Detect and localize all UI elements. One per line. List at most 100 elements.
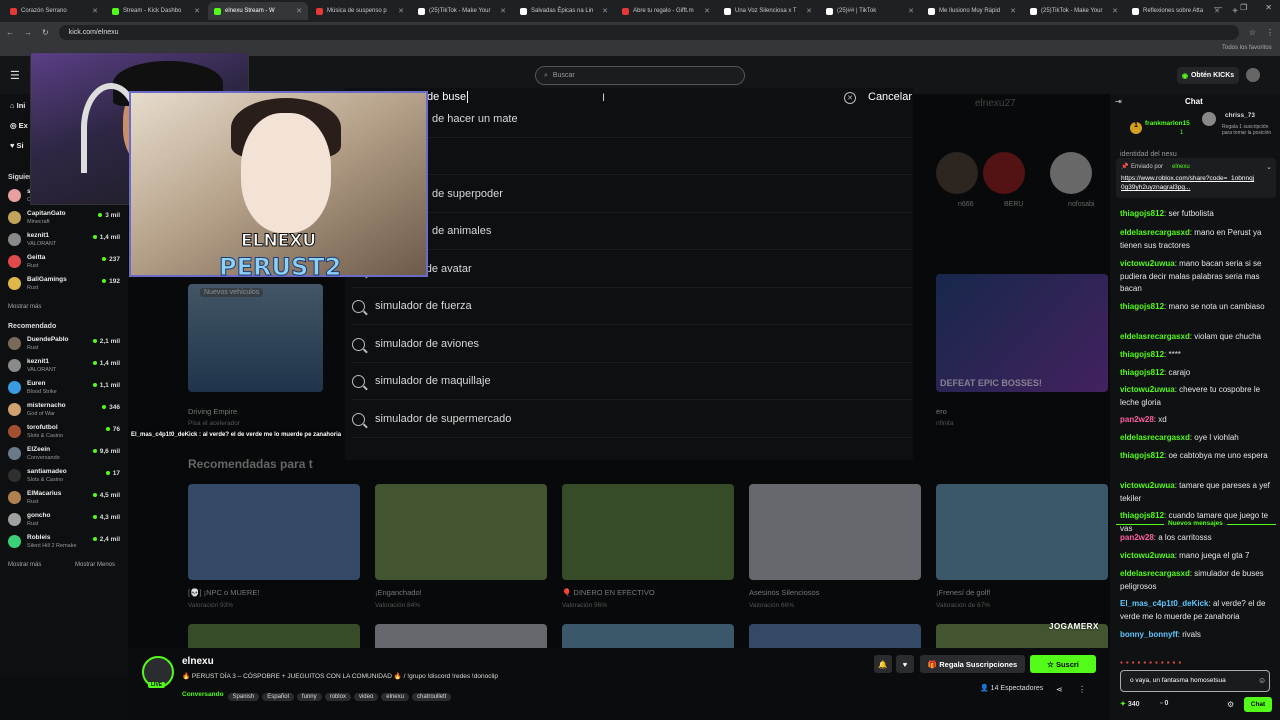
chat-username[interactable]: thiagojs812 xyxy=(1120,302,1164,311)
back-icon[interactable]: ← xyxy=(6,28,14,37)
search-suggestion[interactable] xyxy=(352,138,912,175)
chat-username[interactable]: victowu2uwua xyxy=(1120,259,1175,268)
sidebar-channel[interactable]: Euren Blood Strike 1,1 mil xyxy=(8,378,120,398)
stream-tag[interactable]: Spanish xyxy=(227,693,260,701)
tab-close-icon[interactable]: ✕ xyxy=(1010,7,1016,15)
stream-tag[interactable]: funny xyxy=(296,693,322,701)
sidebar-channel[interactable]: keznit1 VALORANT 1,4 mil xyxy=(8,230,120,250)
sidebar-channel[interactable]: ElZeein Conversando 9,6 mil xyxy=(8,444,120,464)
collapse-chat-icon[interactable]: ⇥ xyxy=(1115,97,1122,106)
chat-username[interactable]: thiagojs812 xyxy=(1120,209,1164,218)
chat-username[interactable]: victowu2uwua xyxy=(1120,481,1175,490)
browser-tab[interactable]: (25)TikTok - Make Your ✕ xyxy=(412,2,512,20)
browser-tab[interactable]: elnexu Stream - W ✕ xyxy=(208,2,308,20)
heart-icon[interactable]: ♥ xyxy=(896,655,914,673)
game-card-thumbnail[interactable] xyxy=(936,484,1108,580)
forward-icon[interactable]: → xyxy=(24,28,32,37)
show-more-link-2[interactable]: Mostrar más xyxy=(8,562,41,568)
chat-username[interactable]: victowu2uwua xyxy=(1120,385,1175,394)
chat-username[interactable]: thiagojs812 xyxy=(1120,511,1164,520)
sidebar-channel[interactable]: misternacho God of War 346 xyxy=(8,400,120,420)
sidebar-channel[interactable]: DuendePablo Rust 2,1 mil xyxy=(8,334,120,354)
sidebar-channel[interactable]: Robleis Silent Hill 2 Remake 2,4 mil xyxy=(8,532,120,552)
search-suggestion[interactable]: simulador de avatar xyxy=(352,251,912,288)
browser-tab[interactable]: Reflexiones sobre Atta ✕ xyxy=(1126,2,1226,20)
stream-tag[interactable]: roblox xyxy=(324,693,351,701)
chat-username[interactable]: thiagojs812 xyxy=(1120,451,1164,460)
chevron-down-icon[interactable]: ⌄ xyxy=(1266,163,1272,171)
chat-username[interactable]: bonny_bonnyff xyxy=(1120,630,1178,639)
chat-username[interactable]: eldelasrecargasxd xyxy=(1120,433,1190,442)
kicks-balance[interactable]: ▫ 0 xyxy=(1160,700,1168,707)
pinned-by-user[interactable]: elnexu xyxy=(1172,164,1190,170)
points-balance[interactable]: ✦ 340 xyxy=(1120,700,1140,708)
stream-tag[interactable]: Español xyxy=(262,693,294,701)
search-suggestion[interactable]: de superpoder xyxy=(352,176,912,213)
top-sub-user[interactable]: chriss_73 xyxy=(1225,112,1255,119)
browser-tab[interactable]: (25)TikTok - Make Your ✕ xyxy=(1024,2,1124,20)
chat-username[interactable]: pan2w28 xyxy=(1120,533,1154,542)
sidebar-channel[interactable]: torofutbol Slots & Casino 76 xyxy=(8,422,120,442)
search-suggestion[interactable]: simulador de aviones xyxy=(352,326,912,363)
reload-icon[interactable]: ↻ xyxy=(42,28,49,37)
search-suggestion[interactable]: de hacer un mate xyxy=(352,101,912,138)
sidebar-channel[interactable]: ElMacarius Rust 4,5 mil xyxy=(8,488,120,508)
game-card-title[interactable]: [💀] ¡NPC o MUERE! xyxy=(188,588,259,597)
game-card-thumbnail[interactable] xyxy=(375,484,547,580)
chat-username[interactable]: thiagojs812 xyxy=(1120,350,1164,359)
menu-icon[interactable]: ⋮ xyxy=(1266,28,1274,37)
chat-username[interactable]: victowu2uwua xyxy=(1120,551,1175,560)
sidebar-channel[interactable]: BaliGamings Rust 192 xyxy=(8,274,120,294)
sidebar-channel[interactable]: goncho Rust 4,3 mil xyxy=(8,510,120,530)
browser-tab[interactable]: Una Voz Silenciosa x T ✕ xyxy=(718,2,818,20)
clear-search-icon[interactable]: ✕ xyxy=(844,92,856,104)
tab-close-icon[interactable]: ✕ xyxy=(296,7,302,15)
chat-username[interactable]: eldelasrecargasxd xyxy=(1120,569,1190,578)
pinned-link[interactable]: https://www.roblox.com/share?code=_1obnn… xyxy=(1121,174,1256,192)
tab-close-icon[interactable]: ✕ xyxy=(398,7,404,15)
game-card-thumbnail[interactable] xyxy=(562,484,734,580)
tab-close-icon[interactable]: ✕ xyxy=(1112,7,1118,15)
channel-name[interactable]: elnexu xyxy=(182,656,214,667)
subscribe-button[interactable]: ☆ Suscri xyxy=(1030,655,1096,673)
game-card-title[interactable]: Asesinos Silenciosos xyxy=(749,588,819,597)
emoji-icon[interactable]: ☺ xyxy=(1258,676,1266,685)
sidebar-channel[interactable]: Geitta Rust 237 xyxy=(8,252,120,272)
sidebar-channel[interactable]: keznit1 VALORANT 1,4 mil xyxy=(8,356,120,376)
tab-close-icon[interactable]: ✕ xyxy=(908,7,914,15)
chat-username[interactable]: eldelasrecargasxd xyxy=(1120,228,1190,237)
obtain-kicks-button[interactable]: ◉ Obtén KICKs xyxy=(1177,67,1239,84)
sidebar-nav-item[interactable]: ◎ Ex xyxy=(10,121,28,130)
close-icon[interactable]: ✕ xyxy=(1265,3,1272,12)
top-gifter-name[interactable]: frankmarlon15 xyxy=(1145,120,1190,127)
search-suggestion[interactable]: simulador de fuerza xyxy=(352,288,912,325)
game-card-title[interactable]: 🎈 DINERO EN EFECTIVO xyxy=(562,588,655,597)
browser-tab[interactable]: Me Ilusiono Muy Rápid ✕ xyxy=(922,2,1022,20)
tab-close-icon[interactable]: ✕ xyxy=(500,7,506,15)
minimize-icon[interactable]: — xyxy=(1214,3,1222,12)
show-more-link[interactable]: Mostrar más xyxy=(8,304,41,310)
sidebar-channel[interactable]: santiamadeo Slots & Casino 17 xyxy=(8,466,120,486)
chat-username[interactable]: thiagojs812 xyxy=(1120,368,1164,377)
hamburger-icon[interactable]: ☰ xyxy=(10,69,20,82)
stream-tag[interactable]: video xyxy=(353,693,379,701)
game-card-thumbnail[interactable] xyxy=(188,484,360,580)
tab-close-icon[interactable]: ✕ xyxy=(602,7,608,15)
browser-tab[interactable]: Música de suspenso p ✕ xyxy=(310,2,410,20)
browser-tab[interactable]: Corazón Serrano ✕ xyxy=(4,2,104,20)
chat-username[interactable]: eldelasrecargasxd xyxy=(1120,332,1190,341)
search-suggestion[interactable]: simulador de maquillaje xyxy=(352,363,912,400)
tab-close-icon[interactable]: ✕ xyxy=(194,7,200,15)
chat-username[interactable]: El_mas_c4p1t0_deKick xyxy=(1120,599,1209,608)
game-thumbnail[interactable] xyxy=(188,284,323,392)
search-suggestion[interactable]: simulador de supermercado xyxy=(352,401,912,438)
cancel-button[interactable]: Cancelar xyxy=(868,91,912,103)
bell-icon[interactable]: 🔔 xyxy=(874,655,892,673)
game-card-thumbnail[interactable] xyxy=(749,484,921,580)
stream-tag[interactable]: chatroullett xyxy=(411,693,452,701)
send-chat-button[interactable]: Chat xyxy=(1244,697,1272,712)
tab-close-icon[interactable]: ✕ xyxy=(806,7,812,15)
more-icon[interactable]: ⋮ xyxy=(1078,685,1086,694)
game-thumbnail[interactable] xyxy=(936,274,1108,392)
search-query[interactable]: de buse xyxy=(427,91,469,103)
